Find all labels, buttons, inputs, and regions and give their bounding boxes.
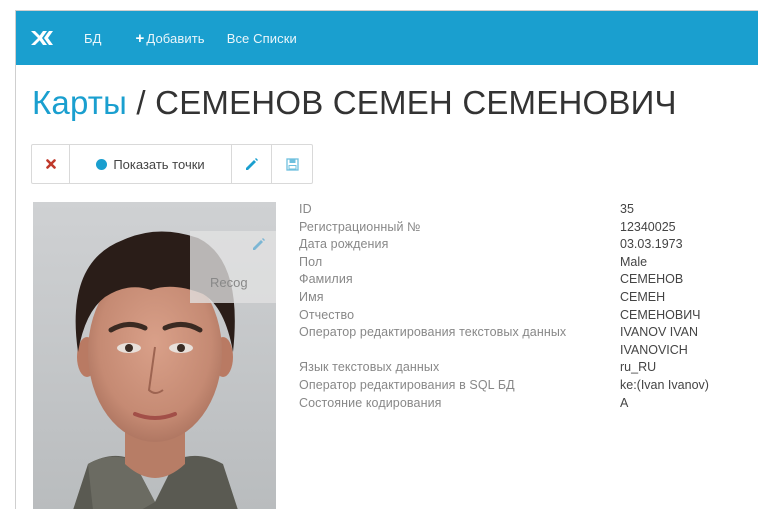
details-label: Регистрационный № — [299, 219, 421, 234]
pencil-icon[interactable] — [252, 237, 266, 251]
nav-item-db[interactable]: БД — [84, 31, 102, 46]
details-row: ID 35 — [299, 201, 730, 219]
details-value: СЕМЕНОВ — [620, 272, 684, 287]
details-label: Язык текстовых данных — [299, 360, 440, 375]
details-row: Оператор редактирования в SQL БД ke:(Iva… — [299, 377, 730, 395]
details-value: IVANOV IVAN IVANOVICH — [620, 325, 699, 357]
show-points-button[interactable]: Показать точки — [70, 145, 232, 183]
details-value: 12340025 — [620, 219, 676, 234]
details-value: Male — [620, 254, 648, 269]
recognition-label: Recog — [210, 275, 248, 290]
dot-icon — [96, 158, 108, 170]
recognition-overlay[interactable]: Recog — [190, 231, 276, 303]
details-value: 03.03.1973 — [620, 237, 683, 252]
details-value: 35 — [620, 202, 634, 216]
details-label: Имя — [299, 289, 324, 304]
breadcrumb-cards-link[interactable]: Карты — [32, 84, 127, 121]
details-label: Отчество — [299, 307, 355, 322]
details-label: Пол — [299, 254, 323, 269]
details-value: СЕМЕН — [620, 289, 666, 304]
details-value: ru_RU — [620, 360, 657, 375]
close-icon — [45, 159, 56, 169]
details-row: Отчество СЕМЕНОВИЧ — [299, 307, 730, 325]
record-toolbar: Показать точки — [31, 144, 313, 184]
nav-item-add-label: Добавить — [146, 30, 205, 46]
close-button[interactable] — [32, 145, 70, 183]
details-label: Оператор редактирования в SQL БД — [299, 377, 515, 392]
show-points-label: Показать точки — [113, 156, 205, 172]
details-label: Оператор редактирования текстовых данных — [299, 325, 567, 340]
details-row: Оператор редактирования текстовых данных… — [299, 324, 730, 359]
details-value: A — [620, 395, 629, 410]
nav-item-add[interactable]: + Добавить — [136, 30, 205, 47]
plus-icon: + — [135, 29, 145, 47]
pencil-icon — [245, 158, 258, 170]
app-logo-icon[interactable] — [22, 11, 62, 65]
details-value: ke:(Ivan Ivanov) — [620, 377, 709, 392]
details-label: Фамилия — [299, 272, 353, 287]
page-frame: БД + Добавить Все Списки Карты / СЕМЕНОВ … — [15, 10, 758, 509]
save-button[interactable] — [272, 145, 312, 183]
details-label: ID — [299, 202, 312, 216]
save-icon — [285, 157, 299, 171]
details-list: ID 35 Регистрационный № 12340025 Дата ро… — [299, 201, 730, 412]
details-row: Регистрационный № 12340025 — [299, 219, 730, 237]
details-row: Имя СЕМЕН — [299, 289, 730, 307]
nav-item-all-lists[interactable]: Все Списки — [227, 31, 297, 46]
details-row: Язык текстовых данных ru_RU — [299, 359, 730, 377]
details-label: Состояние кодирования — [299, 395, 442, 410]
details-row: Дата рождения 03.03.1973 — [299, 236, 730, 254]
details-row: Состояние кодирования A — [299, 395, 730, 413]
person-name: СЕМЕНОВ СЕМЕН СЕМЕНОВИЧ — [155, 84, 677, 121]
details-value: СЕМЕНОВИЧ — [620, 307, 701, 322]
details-label: Дата рождения — [299, 237, 389, 252]
details-row: Пол Male — [299, 254, 730, 272]
breadcrumb-separator: / — [127, 84, 156, 121]
edit-button[interactable] — [232, 145, 272, 183]
page-title: Карты / СЕМЕНОВ СЕМЕН СЕМЕНОВИЧ — [32, 84, 677, 122]
top-navbar: БД + Добавить Все Списки — [16, 11, 758, 65]
details-row: Фамилия СЕМЕНОВ — [299, 271, 730, 289]
